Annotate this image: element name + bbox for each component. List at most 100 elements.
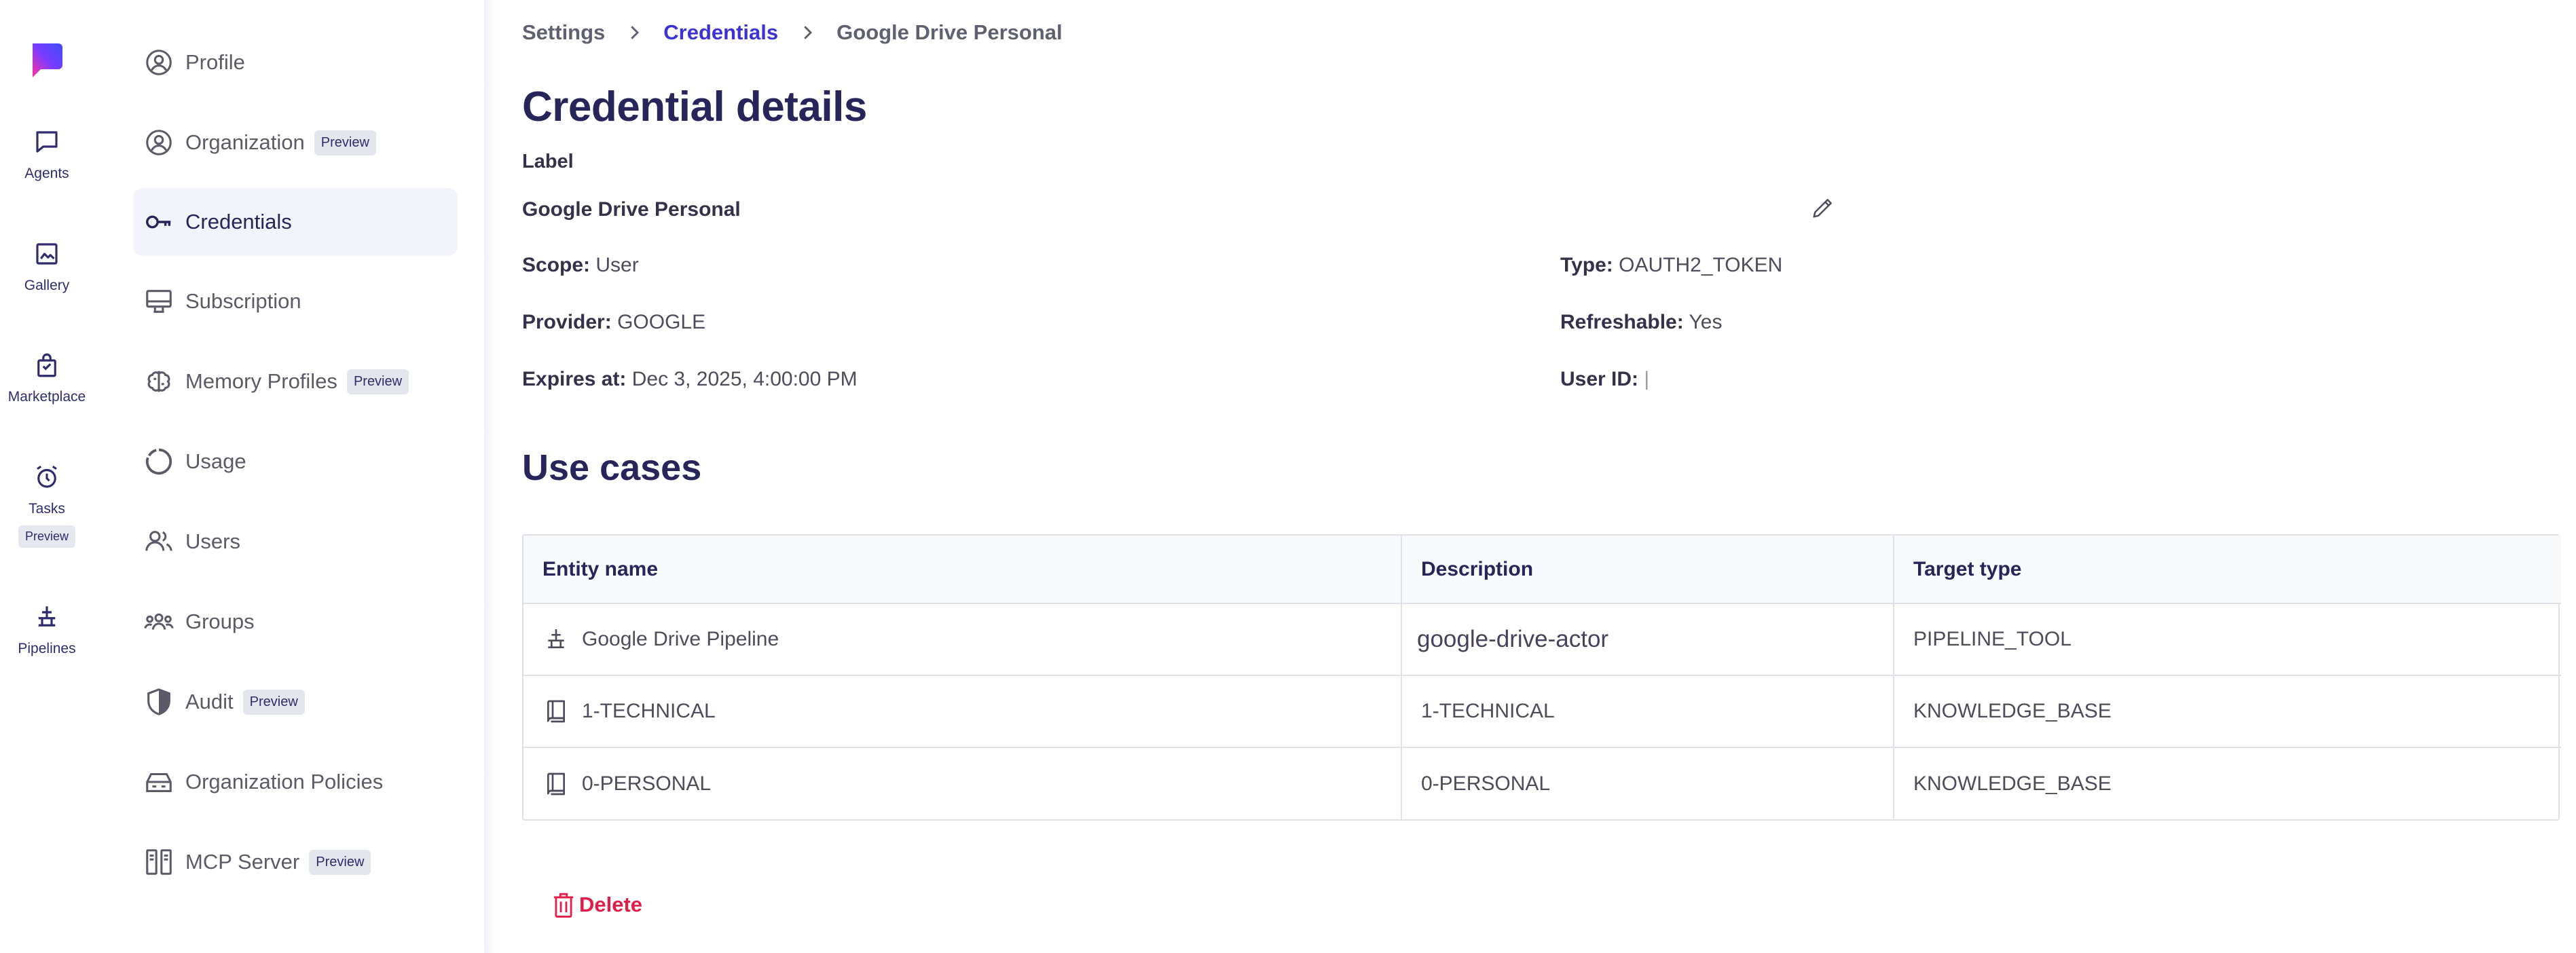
shopping-bag-icon [37,353,56,377]
edit-label-button[interactable] [1809,194,1837,221]
chat-bubble-icon [36,131,58,153]
pipeline-icon [38,606,56,627]
target-type-cell: KNOWLEDGE_BASE [1894,675,2561,748]
table-row[interactable]: 0-PERSONAL 0-PERSONAL KNOWLEDGE_BASE [523,747,2561,819]
sidebar-item-subscription[interactable]: Subscription [133,267,458,335]
delete-label: Delete [579,893,643,916]
breadcrumb-settings[interactable]: Settings [522,20,605,45]
sidebar-item-label: Subscription [185,289,301,313]
trash-icon [553,893,574,918]
entity-cell: Google Drive Pipeline [523,603,1402,676]
column-header-target-type[interactable]: Target type [1894,536,2561,604]
breadcrumb-credentials[interactable]: Credentials [663,20,778,45]
preview-badge: Preview [309,849,371,875]
sidebar-item-profile[interactable]: Profile [133,29,458,96]
sidebar-item-label: Memory Profiles [185,369,337,393]
rail-item-agents[interactable]: Agents [0,128,94,182]
chevron-right-icon [631,26,640,39]
main-content: Settings Credentials Google Drive Person… [496,0,2576,953]
rail-label: Pipelines [18,641,76,656]
sidebar-item-label: Users [185,529,240,553]
rail-item-gallery[interactable]: Gallery [0,240,94,294]
rail-label: Gallery [24,278,70,293]
sidebar-item-label: Audit [185,690,234,713]
label-heading: Label [522,151,574,172]
sidebar-item-groups[interactable]: Groups [133,588,458,656]
use-cases-title: Use cases [522,447,702,488]
sidebar-item-label: Profile [185,50,245,74]
rail-item-tasks[interactable]: Tasks Preview [0,463,94,548]
description-cell: 1-TECHNICAL [1401,675,1894,748]
credential-label-value: Google Drive Personal [522,198,741,221]
breadcrumb-current: Google Drive Personal [836,20,1063,44]
sidebar-item-usage[interactable]: Usage [133,428,458,496]
sidebar-item-credentials[interactable]: Credentials [133,188,458,256]
server-icon [146,849,172,875]
rail-item-pipelines[interactable]: Pipelines [0,603,94,657]
expires-value: Dec 3, 2025, 4:00:00 PM [631,368,858,390]
image-icon [36,243,58,265]
pencil-icon [1813,199,1832,218]
sidebar-item-organization-policies[interactable]: Organization Policies [133,748,458,816]
preview-badge: Preview [346,369,409,394]
userid-label: User ID: [1560,368,1639,390]
alarm-clock-icon [37,465,57,488]
entity-cell: 1-TECHNICAL [523,675,1402,748]
subscription-icon [146,290,172,313]
scope-field: Scope: User [522,254,639,277]
table-row[interactable]: 1-TECHNICAL 1-TECHNICAL KNOWLEDGE_BASE [523,675,2561,748]
app-logo[interactable] [27,41,65,79]
brain-icon [147,371,170,392]
target-type-cell: PIPELINE_TOOL [1894,603,2561,676]
sidebar-item-organization[interactable]: Organization Preview [133,109,458,176]
user-circle-icon [146,130,172,155]
sidebar-item-label: Organization [185,130,305,154]
entity-name[interactable]: Google Drive Pipeline [582,628,779,651]
shield-icon [147,688,170,715]
provider-value: GOOGLE [617,311,706,333]
column-header-description[interactable]: Description [1401,536,1894,604]
expires-field: Expires at: Dec 3, 2025, 4:00:00 PM [522,368,858,391]
refreshable-label: Refreshable: [1560,311,1684,333]
provider-label: Provider: [522,311,612,333]
refreshable-field: Refreshable: Yes [1560,311,1722,334]
usage-chart-icon [145,448,172,475]
sidebar-item-label: MCP Server [185,850,300,874]
rail-label: Agents [24,166,69,181]
description-cell: 0-PERSONAL [1401,747,1894,819]
column-header-entity-name[interactable]: Entity name [523,536,1402,604]
entity-name[interactable]: 0-PERSONAL [582,772,711,796]
sidebar-item-memory-profiles[interactable]: Memory Profiles Preview [133,348,458,415]
sidebar-divider [484,0,496,953]
sidebar-item-label: Usage [185,449,246,473]
provider-field: Provider: GOOGLE [522,311,705,334]
scope-label: Scope: [522,254,591,276]
description-cell: google-drive-actor [1401,603,1894,676]
type-field: Type: OAUTH2_TOKEN [1560,254,1782,277]
table-row[interactable]: Google Drive Pipeline google-drive-actor… [523,603,2561,676]
entity-name[interactable]: 1-TECHNICAL [582,700,716,723]
app-rail: Agents Gallery Marketplace Tasks Preview… [0,0,94,953]
page-title: Credential details [522,83,867,130]
scope-value: User [595,254,639,276]
sidebar-item-label: Groups [185,610,255,633]
sidebar-item-mcp-server[interactable]: MCP Server Preview [133,828,458,896]
user-circle-icon [146,50,172,75]
policies-icon [146,772,172,792]
delete-button[interactable]: Delete [551,891,642,919]
sidebar-item-audit[interactable]: Audit Preview [133,668,458,736]
groups-icon [144,613,174,630]
key-icon [146,215,171,229]
refreshable-value: Yes [1689,311,1723,333]
breadcrumb: Settings Credentials Google Drive Person… [522,20,1063,45]
rail-item-marketplace[interactable]: Marketplace [0,351,94,405]
sidebar-item-label: Credentials [185,210,292,233]
sidebar-item-label: Organization Policies [185,770,384,793]
type-value: OAUTH2_TOKEN [1619,254,1783,276]
entity-cell: 0-PERSONAL [523,747,1402,819]
rail-label: Tasks [29,501,65,517]
pipeline-icon [548,629,564,648]
book-icon [547,772,565,795]
target-type-cell: KNOWLEDGE_BASE [1913,772,2112,795]
sidebar-item-users[interactable]: Users [133,508,458,576]
